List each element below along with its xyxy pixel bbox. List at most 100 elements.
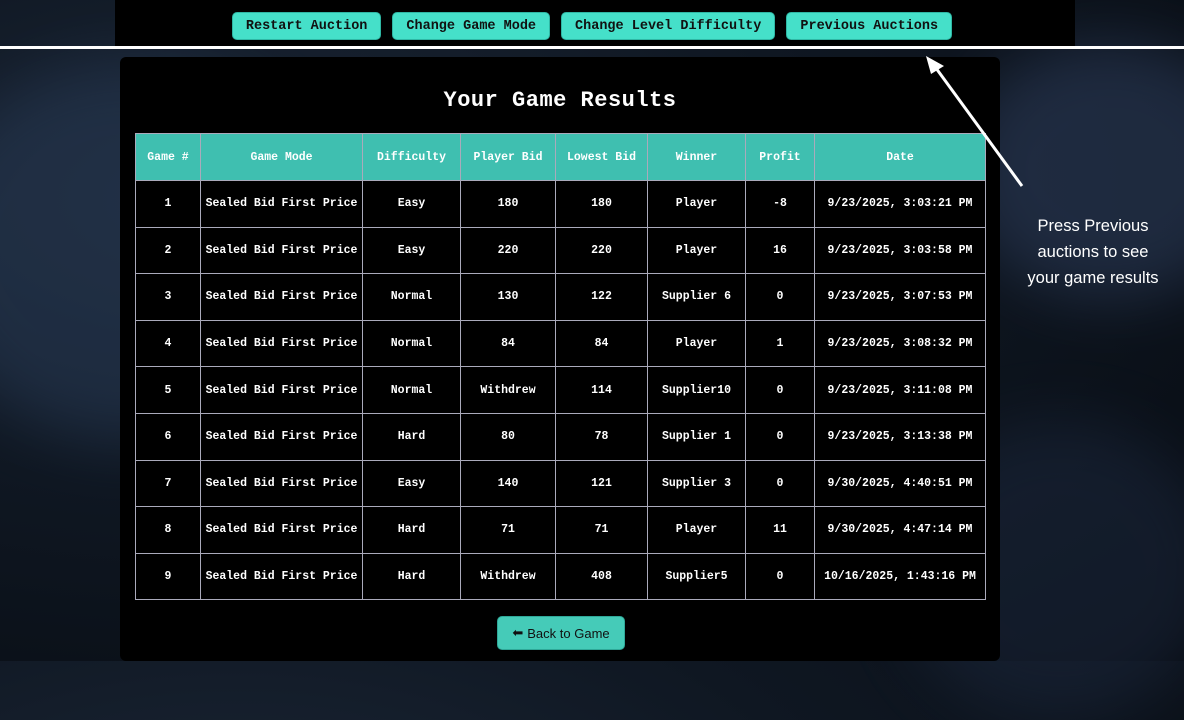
column-header: Lowest Bid xyxy=(555,133,648,181)
table-cell: 220 xyxy=(555,226,648,275)
table-cell: Sealed Bid First Price xyxy=(200,226,363,275)
table-cell: Sealed Bid First Price xyxy=(200,552,363,601)
table-cell: -8 xyxy=(745,180,815,228)
column-header: Game # xyxy=(135,133,201,181)
table-cell: Sealed Bid First Price xyxy=(200,366,363,414)
table-cell: 0 xyxy=(745,366,815,414)
table-cell: 140 xyxy=(460,459,556,508)
table-cell: Normal xyxy=(362,366,461,414)
restart-auction-button[interactable]: Restart Auction xyxy=(231,12,382,40)
header-divider xyxy=(0,46,1184,49)
table-cell: 9/30/2025, 4:47:14 PM xyxy=(814,506,986,554)
table-cell: Player xyxy=(647,226,746,275)
back-to-game-label: Back to Game xyxy=(527,625,610,641)
table-cell: 10/16/2025, 1:43:16 PM xyxy=(814,552,986,601)
table-cell: 0 xyxy=(745,459,815,508)
table-cell: Easy xyxy=(362,459,461,508)
table-cell: 3 xyxy=(135,273,201,321)
table-cell: Player xyxy=(647,506,746,554)
table-cell: 0 xyxy=(745,273,815,321)
table-cell: 9/23/2025, 3:13:38 PM xyxy=(814,412,986,461)
table-row: 4 Sealed Bid First Price Normal 84 84 Player 1… xyxy=(135,319,986,368)
table-cell: 11 xyxy=(745,506,815,554)
table-cell: Sealed Bid First Price xyxy=(200,180,363,228)
column-header: Winner xyxy=(647,133,746,181)
table-cell: 7 xyxy=(135,459,201,508)
table-cell: 6 xyxy=(135,412,201,461)
table-cell: Sealed Bid First Price xyxy=(200,506,363,554)
table-cell: 408 xyxy=(555,552,648,601)
table-cell: 9/23/2025, 3:03:58 PM xyxy=(814,226,986,275)
table-cell: 78 xyxy=(555,412,648,461)
table-cell: 180 xyxy=(555,180,648,228)
table-cell: Withdrew xyxy=(460,552,556,601)
table-cell: 84 xyxy=(555,319,648,368)
table-row: 1 Sealed Bid First Price Easy 180 180 Player -… xyxy=(135,180,986,228)
table-cell: 114 xyxy=(555,366,648,414)
table-cell: Supplier 1 xyxy=(647,412,746,461)
table-cell: Hard xyxy=(362,506,461,554)
table-row: 8 Sealed Bid First Price Hard 71 71 Player 11 9… xyxy=(135,506,986,554)
table-cell: Player xyxy=(647,180,746,228)
previous-auctions-button[interactable]: Previous Auctions xyxy=(786,12,953,40)
results-table: Game # Game Mode Difficulty Player Bid Lowes… xyxy=(135,133,986,601)
table-cell: Sealed Bid First Price xyxy=(200,273,363,321)
table-cell: Hard xyxy=(362,552,461,601)
table-cell: 130 xyxy=(460,273,556,321)
column-header: Date xyxy=(814,133,986,181)
table-row: 9 Sealed Bid First Price Hard Withdrew 408 Su… xyxy=(135,552,986,601)
top-navigation: Restart Auction Change Game Mode Change … xyxy=(0,12,1184,40)
column-header: Game Mode xyxy=(200,133,363,181)
table-cell: Supplier5 xyxy=(647,552,746,601)
change-level-difficulty-button[interactable]: Change Level Difficulty xyxy=(561,12,776,40)
left-arrow-icon: ⬅ xyxy=(512,625,524,640)
table-cell: 9/23/2025, 3:07:53 PM xyxy=(814,273,986,321)
table-cell: Withdrew xyxy=(460,366,556,414)
table-header-row: Game # Game Mode Difficulty Player Bid Lowes… xyxy=(135,133,986,181)
table-cell: 8 xyxy=(135,506,201,554)
table-cell: Supplier 3 xyxy=(647,459,746,508)
table-cell: Easy xyxy=(362,180,461,228)
table-cell: 0 xyxy=(745,552,815,601)
table-cell: Sealed Bid First Price xyxy=(200,319,363,368)
table-cell: 121 xyxy=(555,459,648,508)
table-row: 7 Sealed Bid First Price Easy 140 121 Supplie… xyxy=(135,459,986,508)
table-cell: 71 xyxy=(555,506,648,554)
table-row: 2 Sealed Bid First Price Easy 220 220 Player 1… xyxy=(135,226,986,275)
table-cell: 71 xyxy=(460,506,556,554)
table-cell: 1 xyxy=(135,180,201,228)
column-header: Profit xyxy=(745,133,815,181)
annotation-text: Press Previous auctions to see your game… xyxy=(1027,217,1159,287)
table-cell: Player xyxy=(647,319,746,368)
table-cell: 220 xyxy=(460,226,556,275)
table-cell: 5 xyxy=(135,366,201,414)
column-header: Difficulty xyxy=(362,133,461,181)
table-cell: 9/30/2025, 4:40:51 PM xyxy=(814,459,986,508)
table-cell: 4 xyxy=(135,319,201,368)
table-cell: Normal xyxy=(362,273,461,321)
table-cell: Hard xyxy=(362,412,461,461)
table-cell: 9 xyxy=(135,552,201,601)
table-cell: Sealed Bid First Price xyxy=(200,459,363,508)
table-row: 6 Sealed Bid First Price Hard 80 78 Supplier … xyxy=(135,412,986,461)
table-row: 3 Sealed Bid First Price Normal 130 122 Suppl… xyxy=(135,273,986,321)
table-cell: 180 xyxy=(460,180,556,228)
table-cell: 9/23/2025, 3:08:32 PM xyxy=(814,319,986,368)
table-cell: Sealed Bid First Price xyxy=(200,412,363,461)
table-cell: 2 xyxy=(135,226,201,275)
table-cell: Supplier10 xyxy=(647,366,746,414)
page-title: Your Game Results xyxy=(443,88,677,113)
table-cell: Supplier 6 xyxy=(647,273,746,321)
table-cell: 9/23/2025, 3:03:21 PM xyxy=(814,180,986,228)
table-cell: 0 xyxy=(745,412,815,461)
table-cell: 84 xyxy=(460,319,556,368)
table-cell: 122 xyxy=(555,273,648,321)
table-cell: 80 xyxy=(460,412,556,461)
table-cell: Easy xyxy=(362,226,461,275)
table-cell: 16 xyxy=(745,226,815,275)
table-cell: 9/23/2025, 3:11:08 PM xyxy=(814,366,986,414)
column-header: Player Bid xyxy=(460,133,556,181)
back-to-game-button[interactable]: ⬅ Back to Game xyxy=(497,616,625,650)
change-game-mode-button[interactable]: Change Game Mode xyxy=(392,12,551,40)
table-row: 5 Sealed Bid First Price Normal Withdrew 114… xyxy=(135,366,986,414)
